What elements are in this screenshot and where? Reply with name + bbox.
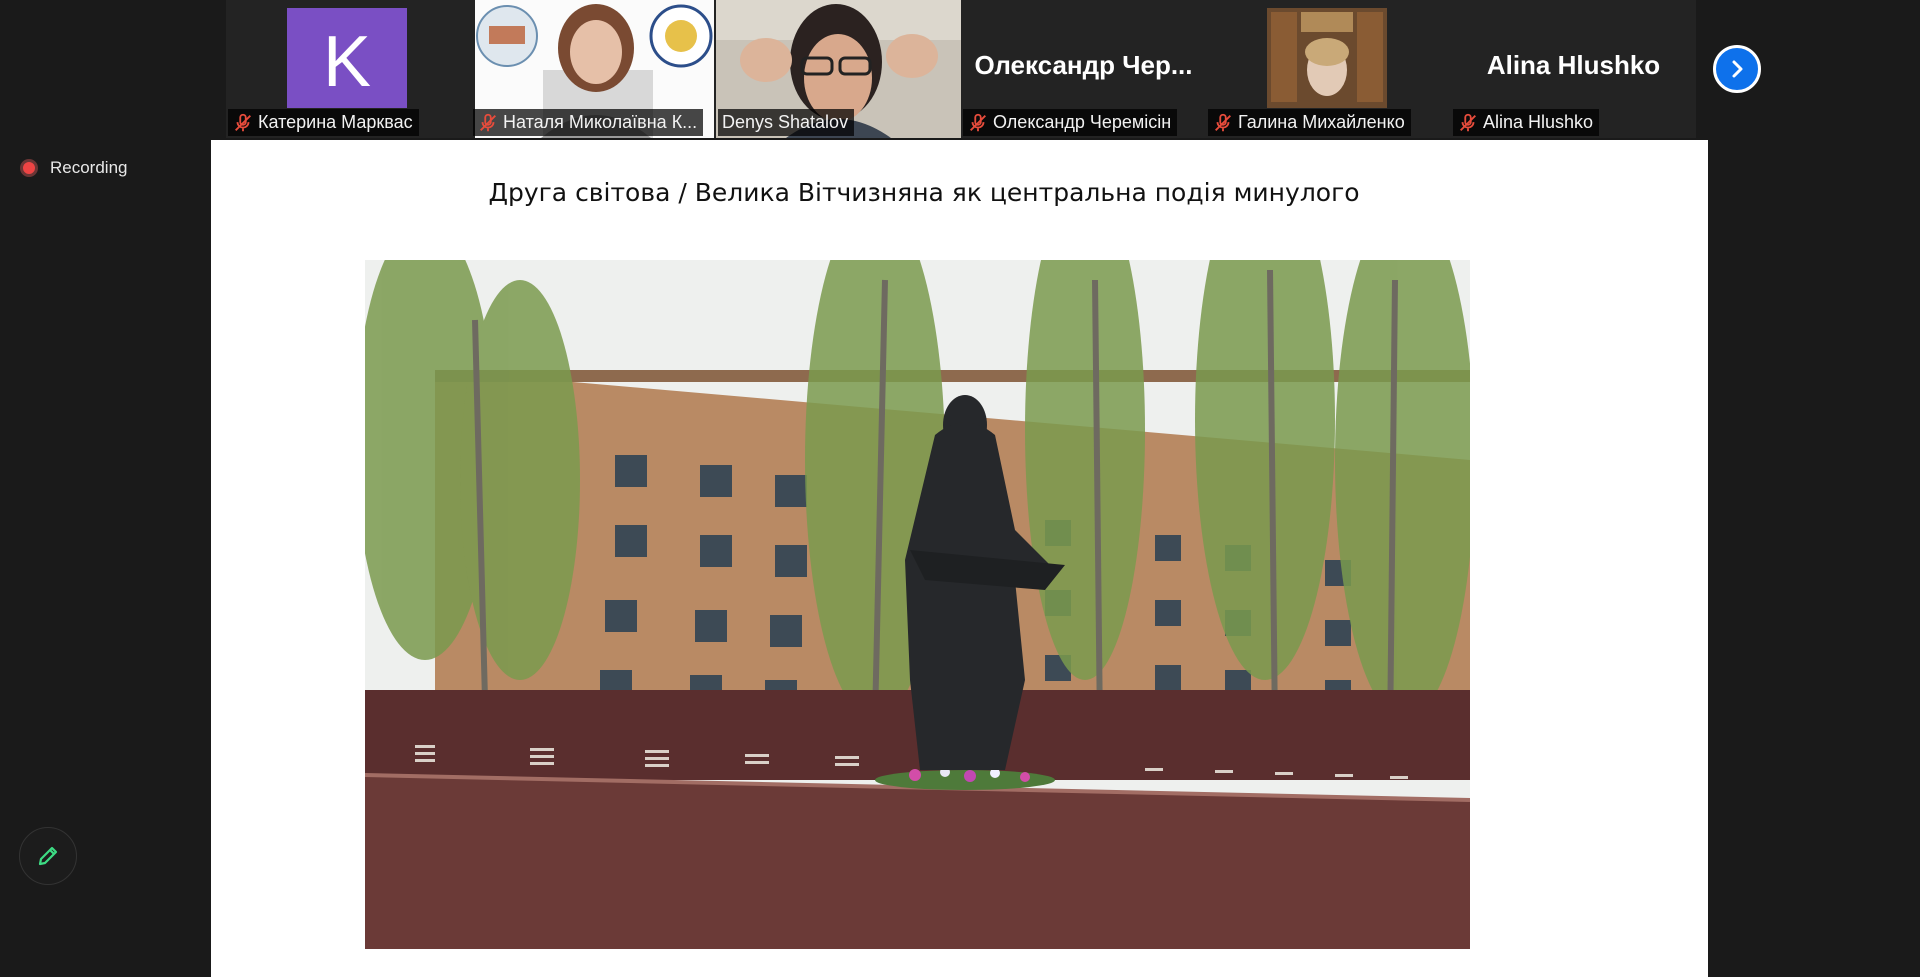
participant-name: Наталя Миколаївна К...: [503, 112, 698, 132]
participant-name: Alina Hlushko: [1483, 112, 1594, 132]
mic-muted-icon: [1215, 113, 1231, 131]
slide-title: Друга світова / Велика Вітчизняна як цен…: [488, 178, 1360, 207]
participant-namebar: Олександр Черемісін: [963, 109, 1178, 136]
participant-tile[interactable]: Наталя Миколаївна К...: [471, 0, 716, 138]
participant-namebar: Катерина Марквас: [228, 109, 419, 136]
next-participants-button[interactable]: [1713, 45, 1761, 93]
chevron-right-icon: [1732, 60, 1743, 78]
participant-name: Олександр Черемісін: [993, 112, 1172, 132]
annotate-button[interactable]: [19, 827, 77, 885]
participant-display-name: Олександр Чер...: [974, 50, 1193, 80]
mic-muted-icon: [235, 113, 251, 131]
participant-namebar: Наталя Миколаївна К...: [473, 109, 704, 136]
participant-namebar: Denys Shatalov: [718, 109, 855, 136]
participant-tile-active-speaker[interactable]: Denys Shatalov: [716, 0, 961, 138]
participant-display-name: Alina Hlushko: [1486, 50, 1661, 80]
shared-screen-slide: Друга світова / Велика Вітчизняна як цен…: [211, 140, 1708, 977]
memorial-photo: [365, 260, 1470, 949]
participant-tile[interactable]: Alina Hlushko Alina Hlushko: [1451, 0, 1696, 138]
pencil-icon: [38, 846, 58, 866]
participant-name: Denys Shatalov: [722, 112, 849, 132]
participant-namebar: Галина Михайленко: [1208, 109, 1411, 136]
meeting-window: K Катерина Марквас Наталя Миколаївна К..…: [0, 0, 1920, 977]
recording-indicator[interactable]: Recording: [20, 158, 128, 178]
mic-muted-icon: [480, 113, 496, 131]
avatar-letter: K: [322, 22, 372, 102]
participant-namebar: Alina Hlushko: [1453, 109, 1600, 136]
recording-dot-icon: [20, 159, 38, 177]
participant-name: Катерина Марквас: [258, 112, 413, 132]
mic-muted-icon: [1460, 113, 1476, 131]
mic-muted-icon: [970, 113, 986, 131]
participant-tile[interactable]: Галина Михайленко: [1206, 0, 1451, 138]
recording-label: Recording: [50, 158, 128, 177]
participant-tile[interactable]: K Катерина Марквас: [226, 0, 471, 138]
participant-name: Галина Михайленко: [1238, 112, 1405, 132]
participant-strip: K Катерина Марквас Наталя Миколаївна К..…: [226, 0, 1696, 138]
avatar: K: [287, 8, 407, 108]
participant-tile[interactable]: Олександр Чер... Олександр Черемісін: [961, 0, 1206, 138]
